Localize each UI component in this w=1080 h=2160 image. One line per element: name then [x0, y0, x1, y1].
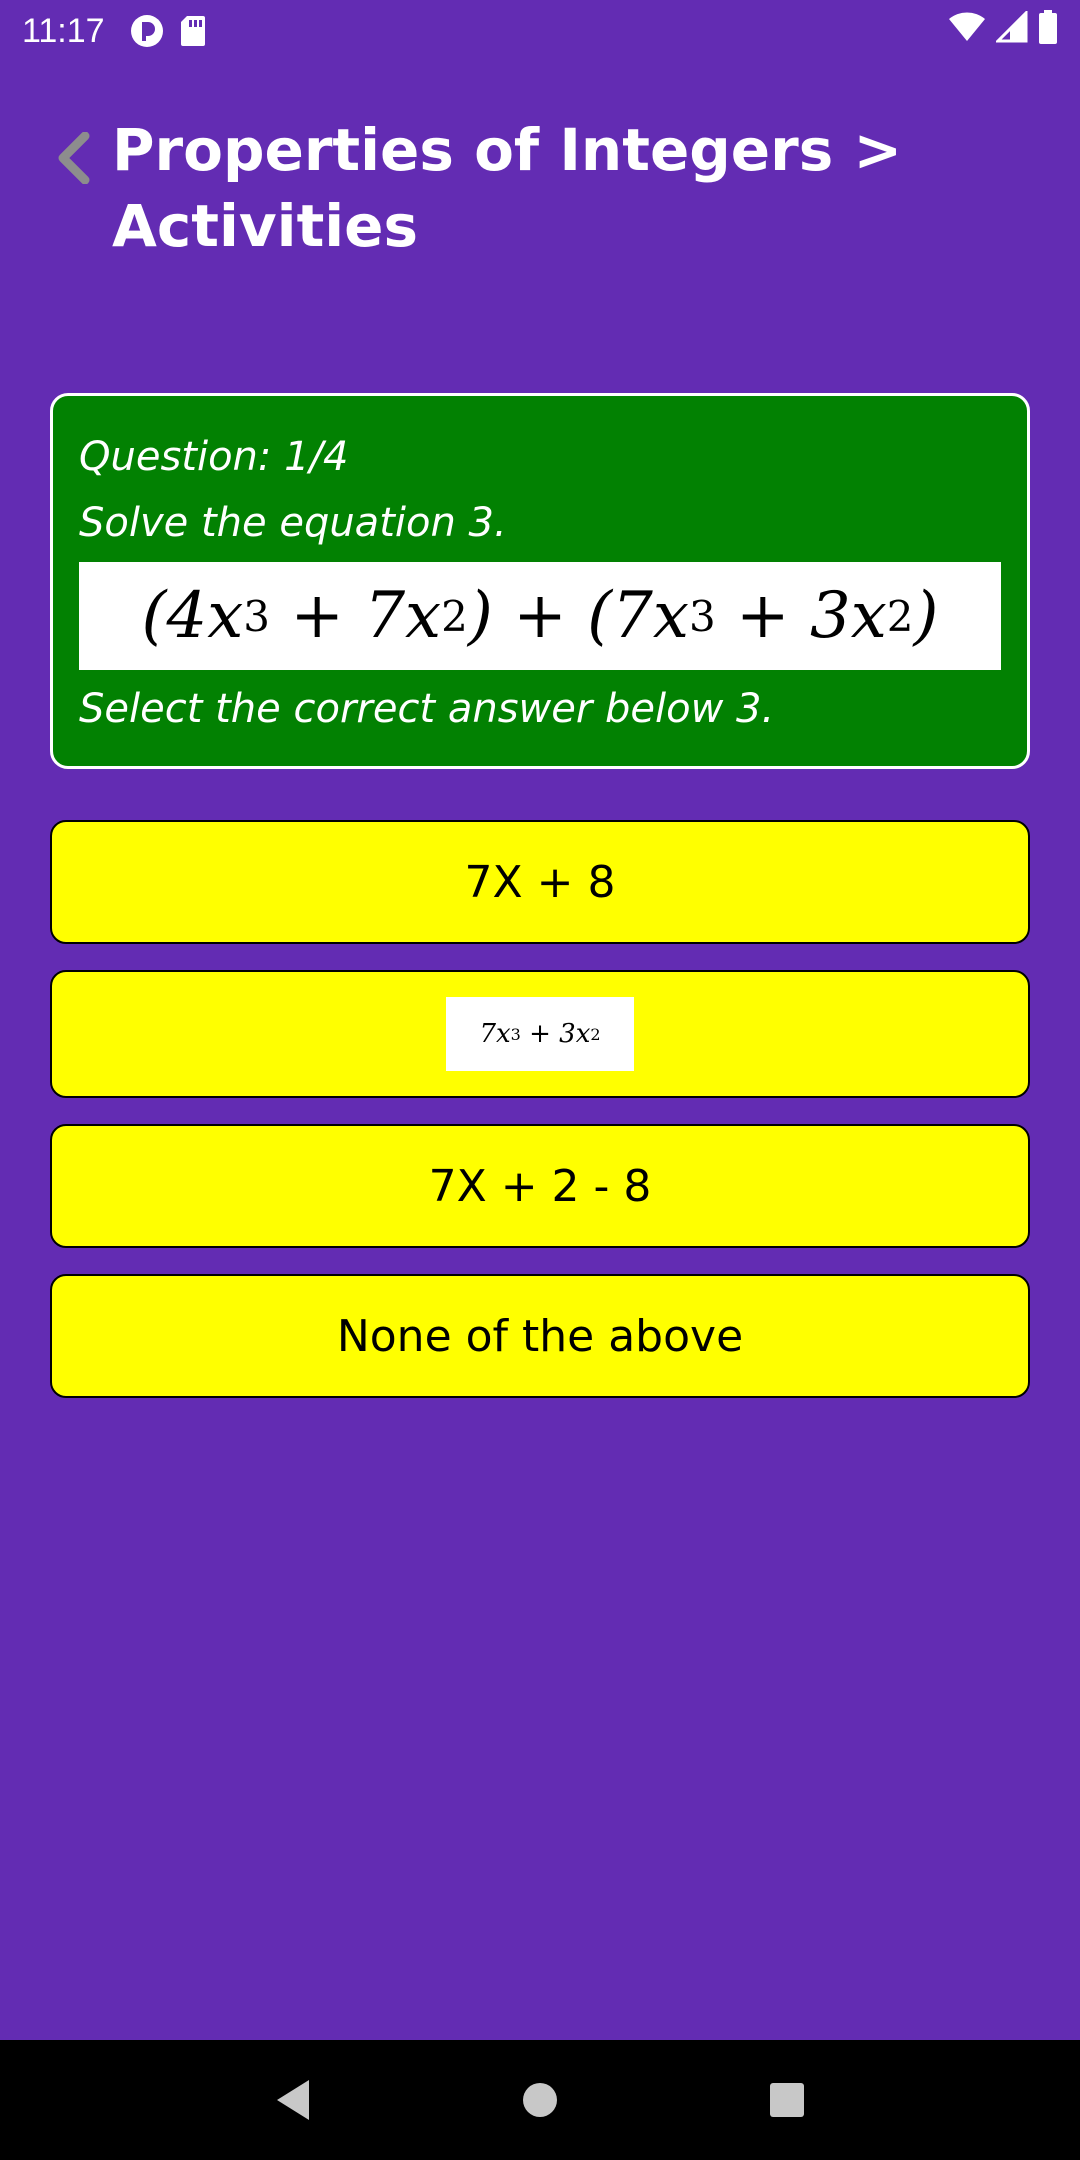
answer-option-3[interactable]: 7X + 2 - 8 [50, 1124, 1030, 1248]
nav-recents-icon [769, 2083, 804, 2117]
eq-exp: 3 [688, 591, 716, 641]
nav-recents-button[interactable] [757, 2070, 817, 2130]
eq-exp: 2 [886, 591, 914, 641]
eq-exp: 2 [590, 1024, 601, 1044]
answer-option-label: 7X + 2 - 8 [428, 1160, 652, 1212]
eq-exp: 3 [243, 591, 271, 641]
eq-part: + 7x [270, 579, 442, 653]
question-instruction: Select the correct answer below 3. [79, 686, 775, 732]
battery-icon [1038, 9, 1058, 53]
system-nav-bar [0, 2040, 1080, 2160]
status-right-icons [948, 8, 1058, 53]
eq-exp: 3 [510, 1024, 521, 1044]
nav-back-icon [277, 2080, 310, 2120]
question-equation: (4x 3 + 7x 2) + (7x 3 + 3x 2) [79, 562, 1001, 670]
answer-option-4[interactable]: None of the above [50, 1274, 1030, 1398]
question-counter: Question: 1/4 [79, 434, 349, 480]
back-button[interactable] [48, 128, 98, 188]
sd-card-icon [179, 14, 207, 48]
eq-part: ) [913, 579, 939, 653]
chevron-left-icon [58, 132, 90, 184]
eq-part: + 3x [520, 1019, 591, 1049]
eq-exp: 2 [441, 591, 468, 641]
answer-option-label: None of the above [336, 1310, 744, 1362]
answer-option-2[interactable]: 7x 3 + 3x 2 [50, 970, 1030, 1098]
pocket-casts-icon [129, 13, 165, 49]
answer-option-equation: 7x 3 + 3x 2 [446, 997, 634, 1071]
cell-signal-icon [994, 8, 1028, 52]
question-card: Question: 1/4 Solve the equation 3. (4x 3… [50, 393, 1030, 769]
page-title: Properties of Integers > Activities [112, 112, 1012, 264]
page-title-line-2: Activities [112, 192, 419, 260]
answer-option-1[interactable]: 7X + 8 [50, 820, 1030, 944]
eq-part: + 3x [715, 579, 887, 653]
wifi-icon [948, 11, 986, 52]
eq-part: (4x [141, 579, 244, 653]
nav-home-icon [522, 2083, 557, 2117]
nav-home-button[interactable] [510, 2070, 570, 2130]
page-title-line-1: Properties of Integers > [112, 116, 903, 184]
answer-option-label: 7X + 8 [464, 856, 616, 908]
question-prompt: Solve the equation 3. [79, 500, 507, 546]
eq-part: ) + (7x [467, 579, 689, 653]
status-time: 11:17 [22, 11, 105, 50]
eq-part: 7x [479, 1019, 511, 1049]
status-bar: 11:17 [0, 0, 1080, 62]
nav-back-button[interactable] [263, 2070, 323, 2130]
